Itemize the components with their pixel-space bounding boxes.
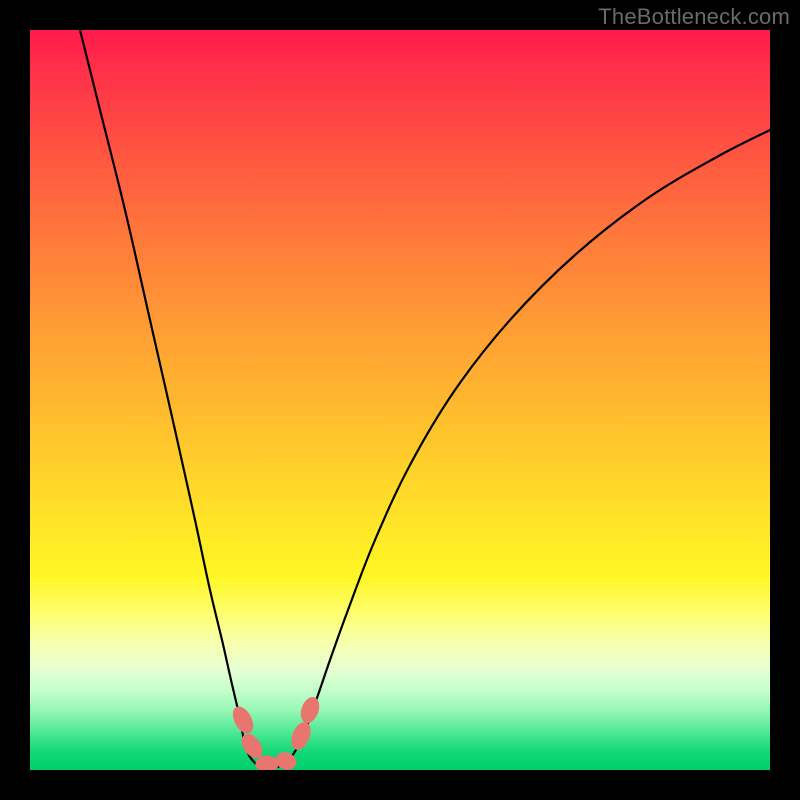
watermark-text: TheBottleneck.com: [598, 4, 790, 30]
bottleneck-curve: [80, 30, 770, 768]
curve-svg: [30, 30, 770, 770]
curve-marker: [229, 704, 256, 736]
curve-marker: [298, 695, 322, 725]
curve-marker: [288, 720, 313, 752]
curve-marker: [256, 756, 278, 770]
chart-frame: TheBottleneck.com: [0, 0, 800, 800]
plot-area: [30, 30, 770, 770]
